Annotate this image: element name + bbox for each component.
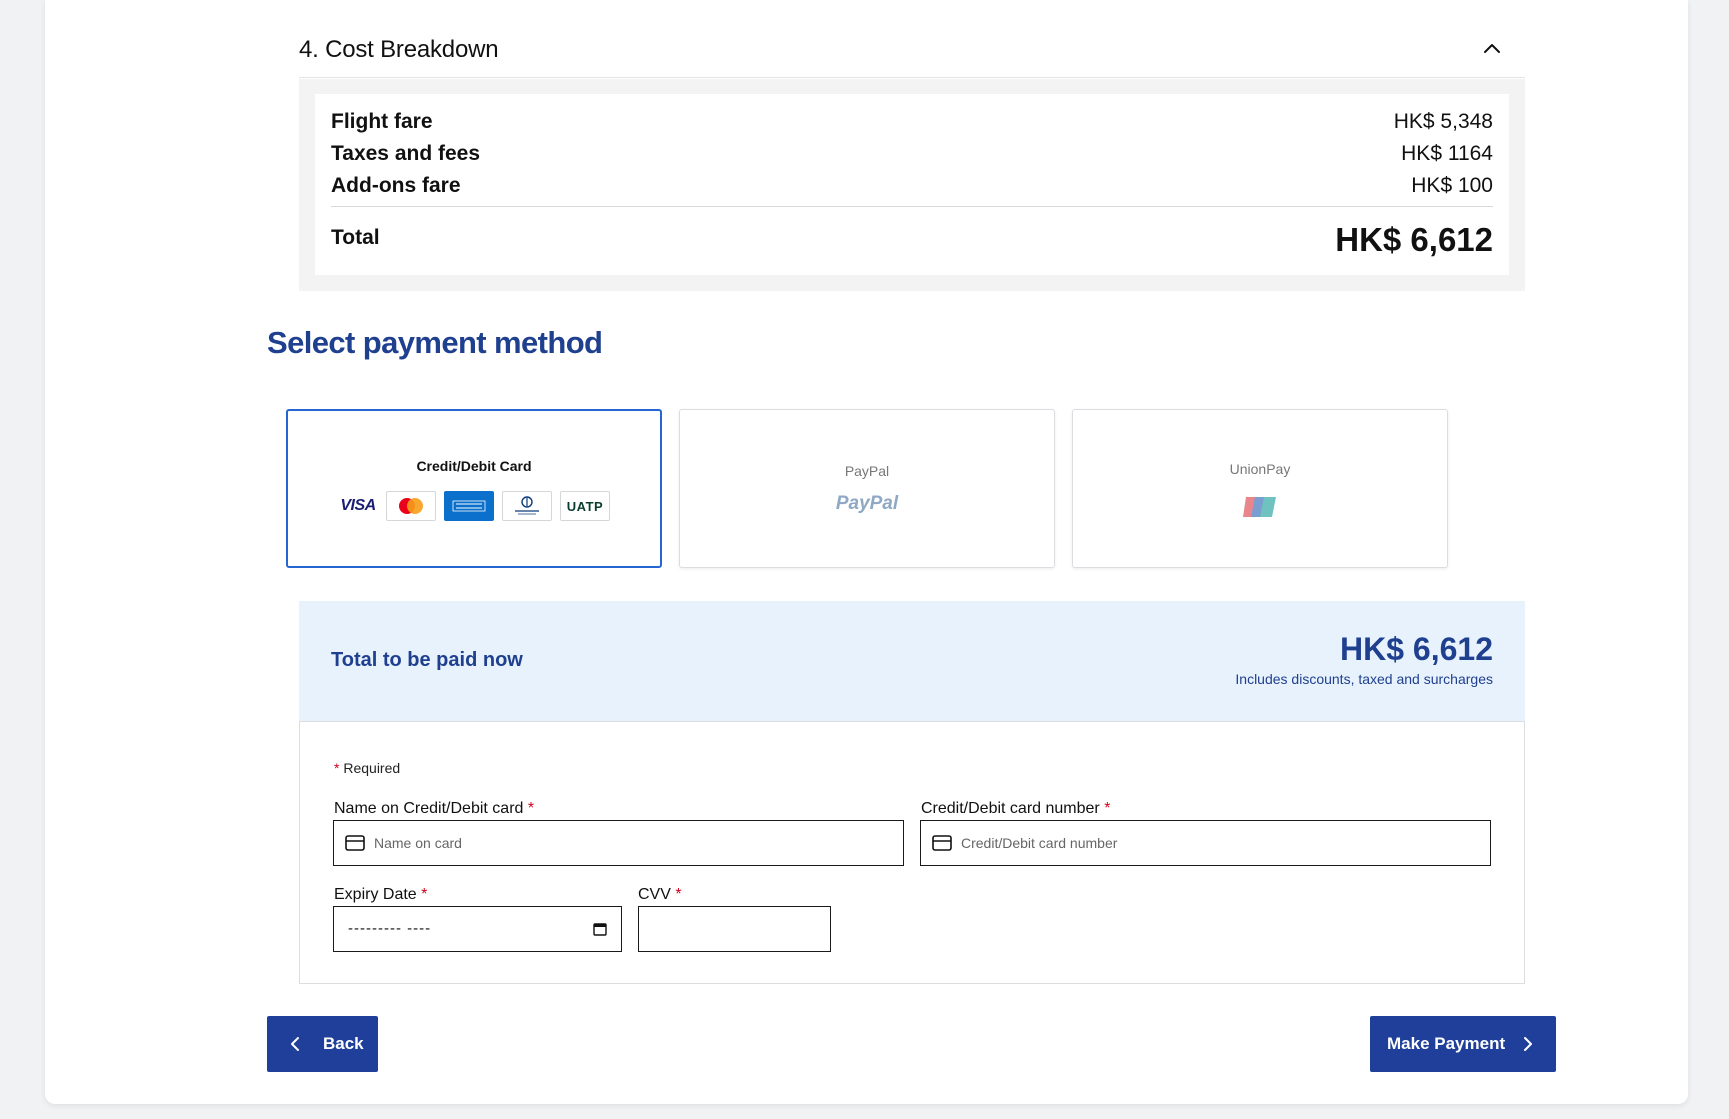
unionpay-logo [1243, 497, 1276, 517]
card-number-field[interactable] [920, 820, 1491, 866]
expiry-date-field[interactable]: --------- ---- [333, 906, 622, 952]
chevron-right-icon [1524, 1037, 1532, 1051]
diners-club-logo [502, 491, 552, 521]
cost-row-flight-fare: Flight fare HK$ 5,348 [331, 110, 1493, 138]
total-due-label: Total to be paid now [331, 649, 523, 671]
uatp-logo: UATP [560, 491, 610, 521]
payment-option-unionpay[interactable]: UnionPay [1072, 409, 1448, 568]
paypal-logo: PayPal [835, 493, 899, 514]
payment-option-paypal[interactable]: PayPal PayPal [679, 409, 1055, 568]
back-button-label: Back [323, 1034, 364, 1053]
card-brands: VISA UATP [338, 491, 610, 521]
payment-option-label: Credit/Debit Card [416, 458, 532, 474]
cvv-input[interactable] [649, 907, 819, 951]
cost-label: Add-ons fare [331, 174, 461, 197]
make-payment-button[interactable]: Make Payment [1370, 1016, 1556, 1072]
required-note: * Required [334, 760, 401, 776]
total-banner: Total to be paid now HK$ 6,612 Includes … [299, 601, 1525, 721]
cost-breakdown-panel: Flight fare HK$ 5,348 Taxes and fees HK$… [299, 79, 1525, 291]
amex-logo [444, 491, 494, 521]
cost-breakdown-header: 4. Cost Breakdown [299, 36, 1525, 78]
mastercard-logo [386, 491, 436, 521]
cost-value: HK$ 1164 [1401, 142, 1493, 165]
chevron-up-icon[interactable] [1479, 36, 1505, 62]
cost-label: Flight fare [331, 110, 433, 133]
cvv-label: CVV * [638, 886, 682, 903]
name-on-card-field[interactable] [333, 820, 904, 866]
payment-method-title: Select payment method [267, 325, 603, 360]
cvv-field[interactable] [638, 906, 831, 952]
card-form: * Required Name on Credit/Debit card * C… [299, 721, 1525, 984]
calendar-icon[interactable] [593, 922, 607, 936]
expiry-date-value: --------- ---- [348, 920, 432, 937]
name-on-card-input[interactable] [374, 821, 893, 865]
name-on-card-label: Name on Credit/Debit card * [334, 800, 535, 817]
payment-option-label: UnionPay [1229, 461, 1291, 477]
chevron-left-icon [291, 1037, 299, 1051]
expiry-date-label: Expiry Date * [334, 886, 428, 903]
total-due-note: Includes discounts, taxed and surcharges [1235, 671, 1493, 687]
payment-option-label: PayPal [844, 463, 890, 479]
credit-card-icon [932, 835, 952, 851]
card-number-input[interactable] [961, 821, 1480, 865]
cost-row-addons: Add-ons fare HK$ 100 [331, 174, 1493, 202]
cost-value: HK$ 100 [1411, 174, 1493, 197]
total-label: Total [331, 226, 380, 249]
divider [331, 206, 1493, 207]
cost-breakdown-table: Flight fare HK$ 5,348 Taxes and fees HK$… [315, 94, 1509, 275]
visa-logo: VISA [338, 491, 378, 521]
payment-option-card[interactable]: Credit/Debit Card VISA UATP [286, 409, 662, 568]
total-value: HK$ 6,612 [1335, 221, 1493, 258]
total-due-amount: HK$ 6,612 [1340, 631, 1493, 667]
cost-row-taxes: Taxes and fees HK$ 1164 [331, 142, 1493, 170]
make-payment-label: Make Payment [1387, 1034, 1506, 1053]
cost-label: Taxes and fees [331, 142, 481, 165]
back-button[interactable]: Back [267, 1016, 378, 1072]
section-title: 4. Cost Breakdown [299, 36, 499, 63]
card-number-label: Credit/Debit card number * [921, 800, 1111, 817]
credit-card-icon [345, 835, 365, 851]
cost-value: HK$ 5,348 [1393, 110, 1493, 133]
checkout-card: 4. Cost Breakdown Flight fare HK$ 5,348 … [45, 0, 1688, 1104]
